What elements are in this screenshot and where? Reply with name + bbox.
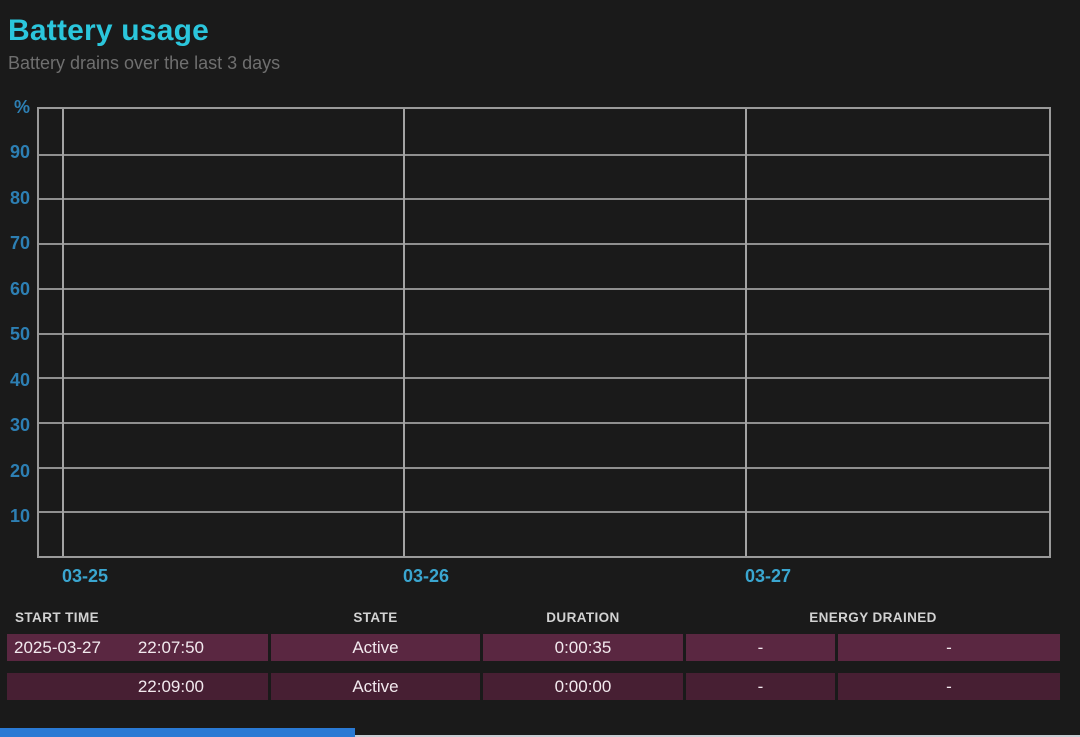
y-tick-70: 70 bbox=[0, 233, 30, 253]
y-tick-40: 40 bbox=[0, 370, 30, 390]
gridline-50 bbox=[39, 333, 1049, 335]
y-tick-50: 50 bbox=[0, 324, 30, 344]
gridline-10 bbox=[39, 511, 1049, 513]
y-tick-30: 30 bbox=[0, 415, 30, 435]
y-axis-unit-label: % bbox=[0, 97, 30, 117]
duration-cell: 0:00:00 bbox=[483, 673, 683, 700]
x-tick-03-25: 03-25 bbox=[62, 566, 108, 587]
y-tick-80: 80 bbox=[0, 188, 30, 208]
battery-usage-table: START TIME STATE DURATION ENERGY DRAINED… bbox=[7, 606, 1060, 700]
x-tick-03-26: 03-26 bbox=[403, 566, 449, 587]
gridline-70 bbox=[39, 243, 1049, 245]
energy-drained-percent-cell: - bbox=[838, 673, 1060, 700]
state-cell: Active bbox=[271, 673, 480, 700]
gridline-40 bbox=[39, 377, 1049, 379]
dayline-03-26 bbox=[403, 109, 405, 556]
duration-cell: 0:00:35 bbox=[483, 634, 683, 661]
dayline-03-27 bbox=[745, 109, 747, 556]
table-row: 2025-03-27 22:07:50 Active 0:00:35 - - bbox=[7, 634, 1060, 661]
column-header-duration: DURATION bbox=[483, 610, 683, 625]
start-date: 2025-03-27 bbox=[14, 634, 101, 661]
gridline-90 bbox=[39, 154, 1049, 156]
y-tick-20: 20 bbox=[0, 461, 30, 481]
y-tick-10: 10 bbox=[0, 506, 30, 526]
gridline-80 bbox=[39, 198, 1049, 200]
energy-drained-cell: - bbox=[686, 673, 835, 700]
dayline-03-25 bbox=[62, 109, 64, 556]
y-tick-60: 60 bbox=[0, 279, 30, 299]
table-row: 22:09:00 Active 0:00:00 - - bbox=[7, 673, 1060, 700]
battery-report-page: Battery usage Battery drains over the la… bbox=[0, 0, 1080, 737]
y-tick-90: 90 bbox=[0, 142, 30, 162]
start-time: 22:09:00 bbox=[128, 673, 204, 700]
x-tick-03-27: 03-27 bbox=[745, 566, 791, 587]
gridline-60 bbox=[39, 288, 1049, 290]
gridline-20 bbox=[39, 467, 1049, 469]
energy-drained-cell: - bbox=[686, 634, 835, 661]
battery-usage-chart bbox=[37, 107, 1051, 558]
start-time-cell: 22:09:00 bbox=[7, 673, 268, 700]
page-title: Battery usage bbox=[8, 14, 209, 48]
horizontal-scrollbar-thumb[interactable] bbox=[0, 728, 355, 737]
energy-drained-percent-cell: - bbox=[838, 634, 1060, 661]
start-time: 22:07:50 bbox=[128, 634, 204, 661]
state-cell: Active bbox=[271, 634, 480, 661]
column-header-state: STATE bbox=[271, 610, 480, 625]
column-header-energy-drained: ENERGY DRAINED bbox=[686, 610, 1060, 625]
column-header-start-time: START TIME bbox=[7, 610, 268, 625]
table-header-row: START TIME STATE DURATION ENERGY DRAINED bbox=[7, 606, 1060, 628]
page-subtitle: Battery drains over the last 3 days bbox=[8, 53, 280, 74]
gridline-30 bbox=[39, 422, 1049, 424]
start-time-cell: 2025-03-27 22:07:50 bbox=[7, 634, 268, 661]
